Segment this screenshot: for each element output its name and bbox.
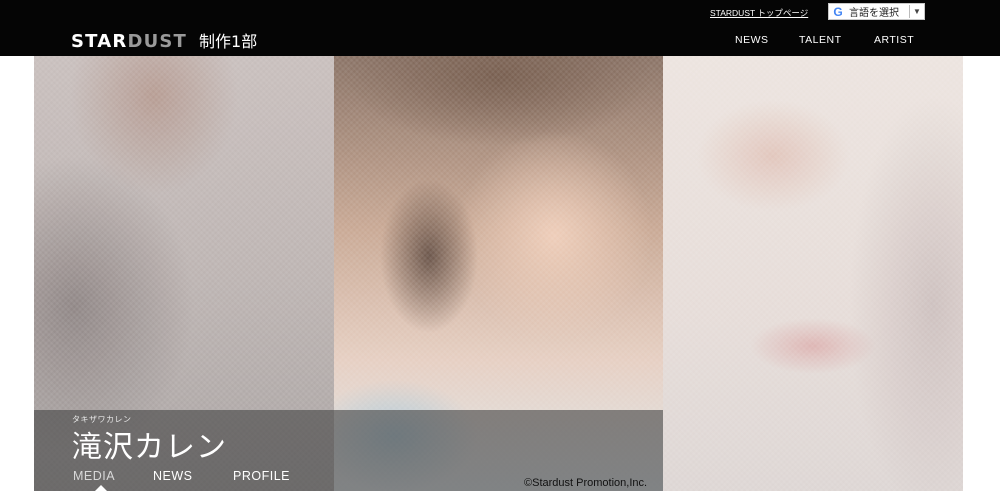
chevron-down-icon: ▼ [913,7,921,16]
logo-dust-text: DUST [127,31,188,52]
tab-news[interactable]: NEWS [153,469,193,483]
nav-artist[interactable]: ARTIST [874,34,914,46]
site-header: STAR DUST 制作1部 STARDUST トップページ G 言語を選択 ▼… [0,0,1000,56]
logo-star-text: STAR [71,31,128,52]
tab-profile[interactable]: PROFILE [233,469,290,483]
stardust-logo[interactable]: STAR DUST 制作1部 [71,28,257,52]
stardust-top-page-link[interactable]: STARDUST トップページ [710,7,808,19]
nav-news[interactable]: NEWS [735,34,769,46]
language-select[interactable]: G 言語を選択 ▼ [828,3,925,20]
tab-media[interactable]: MEDIA [73,469,115,483]
language-select-label: 言語を選択 [849,8,899,19]
logo-division-text: 制作1部 [199,32,258,51]
talent-hero: タキザワカレン 滝沢カレン MEDIA NEWS PROFILE ©Stardu… [34,56,963,491]
active-tab-indicator [95,485,107,491]
nav-talent[interactable]: TALENT [799,34,841,46]
hero-photo-right [663,56,963,491]
copyright-notice: ©Stardust Promotion,Inc. [524,477,648,489]
google-g-icon: G [833,4,843,19]
talent-name: 滝沢カレン [72,430,227,465]
